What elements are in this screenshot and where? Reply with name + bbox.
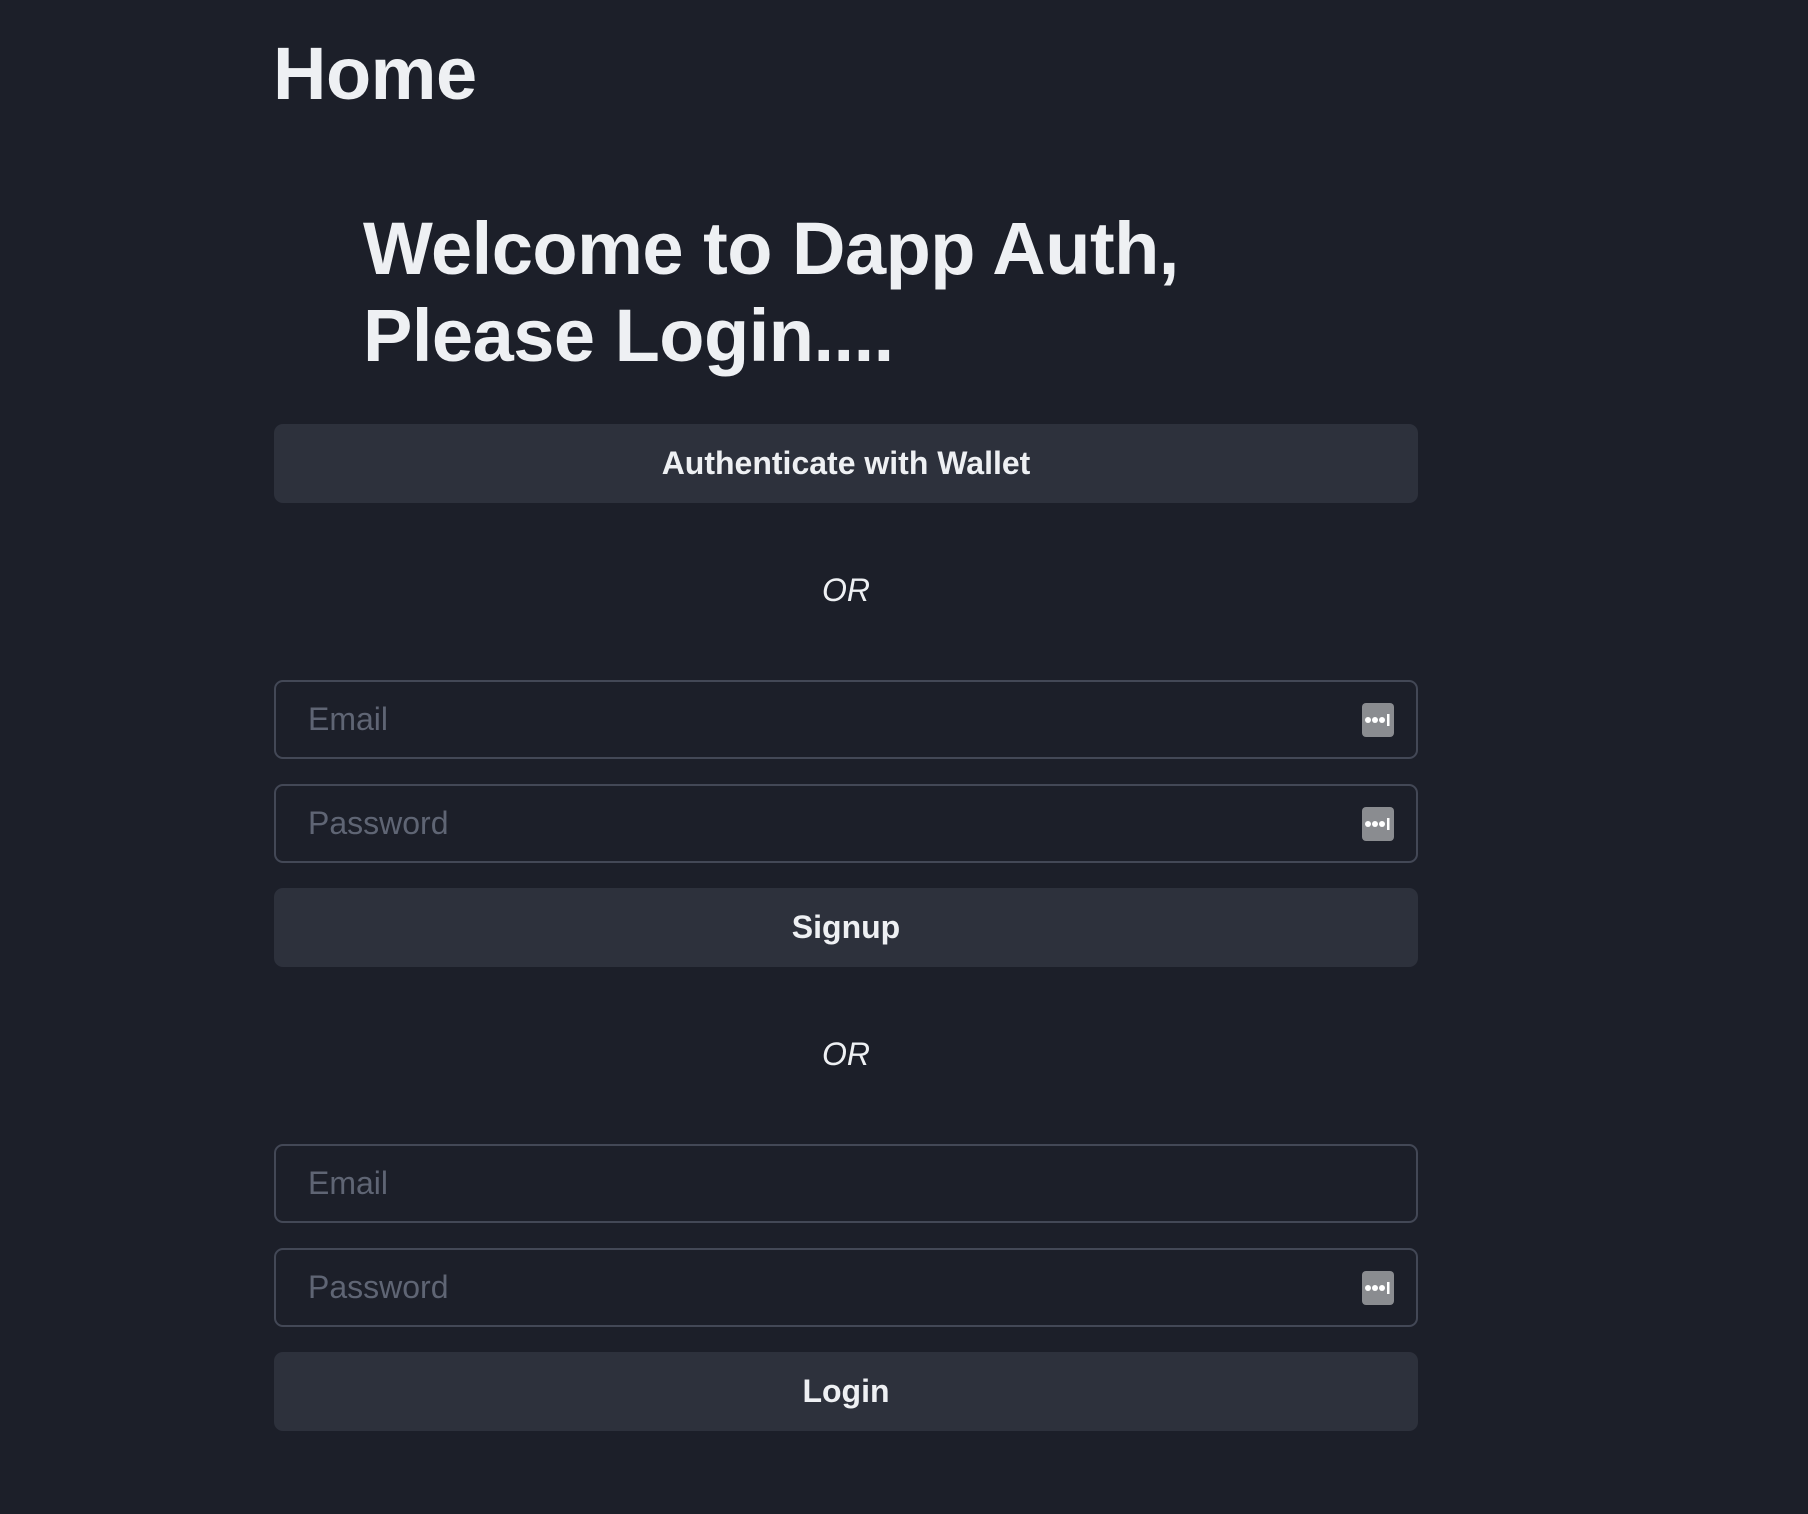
- or-divider: OR: [822, 1036, 870, 1072]
- dots-icon: [1365, 818, 1390, 830]
- login-password-field[interactable]: [274, 1248, 1418, 1327]
- dots-icon: [1365, 1282, 1390, 1294]
- dots-icon: [1365, 714, 1390, 726]
- signup-password-input[interactable]: [276, 786, 1416, 861]
- login-password-input[interactable]: [276, 1250, 1416, 1325]
- or-divider: OR: [822, 572, 870, 608]
- signup-button[interactable]: Signup: [274, 888, 1418, 967]
- password-manager-icon[interactable]: [1362, 703, 1394, 737]
- signup-email-field[interactable]: [274, 680, 1418, 759]
- auth-column: Authenticate with Wallet OR Email Signup…: [274, 0, 1418, 1514]
- login-email-input[interactable]: [276, 1146, 1416, 1221]
- password-manager-icon[interactable]: [1362, 807, 1394, 841]
- signup-email-input[interactable]: [276, 682, 1416, 757]
- signup-password-field[interactable]: [274, 784, 1418, 863]
- login-email-field[interactable]: [274, 1144, 1418, 1223]
- authenticate-wallet-button[interactable]: Authenticate with Wallet: [274, 424, 1418, 503]
- login-button[interactable]: Login: [274, 1352, 1418, 1431]
- page: Home Welcome to Dapp Auth, Please Login.…: [0, 0, 1808, 1514]
- password-manager-icon[interactable]: [1362, 1271, 1394, 1305]
